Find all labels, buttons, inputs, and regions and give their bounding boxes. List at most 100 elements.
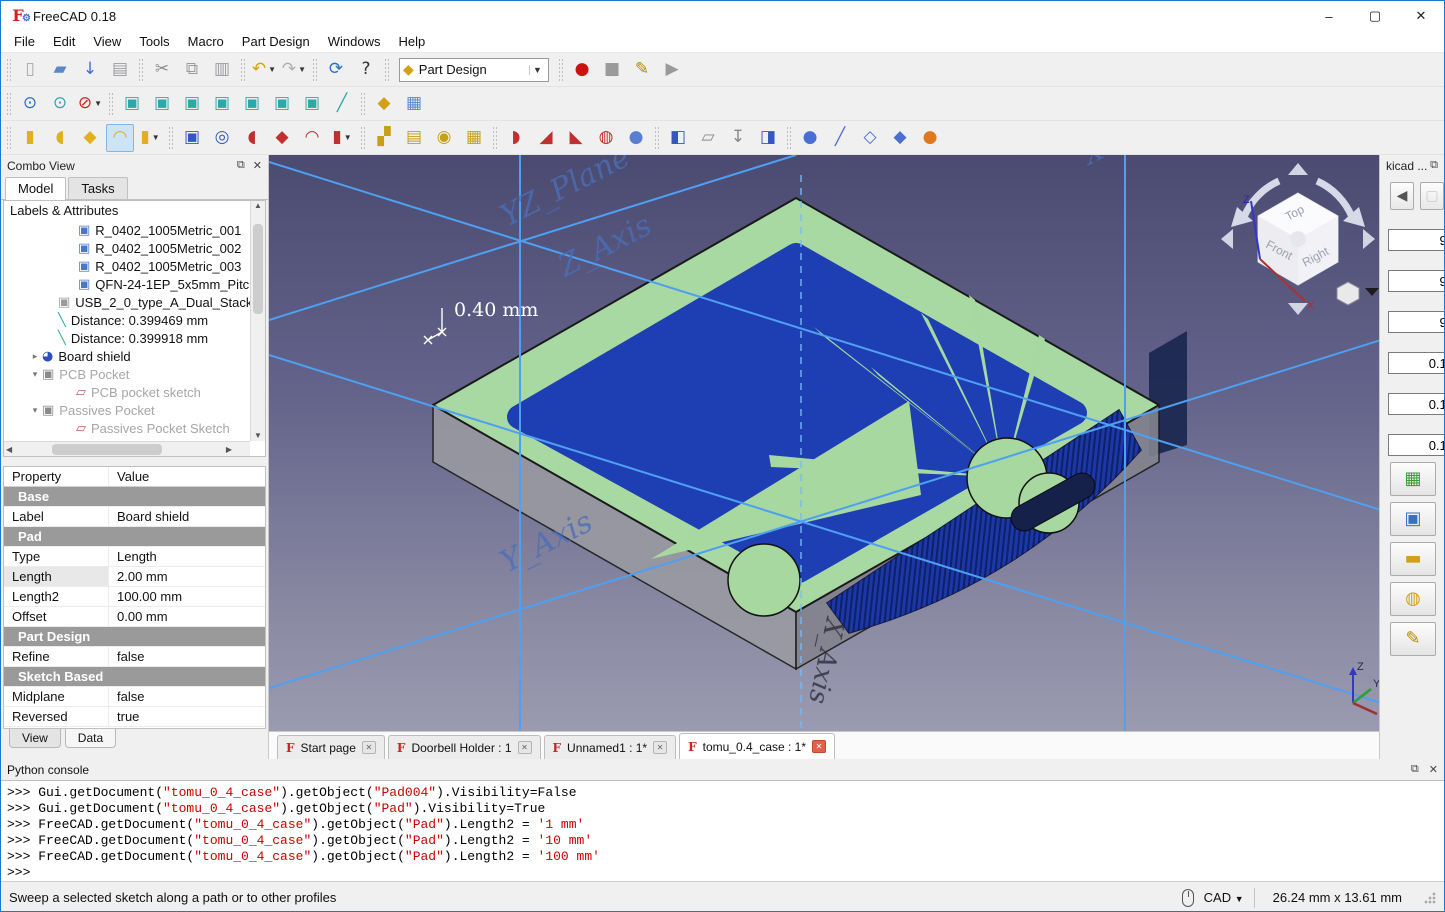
document-tab-unnamed1-1-[interactable]: FUnnamed1 : 1*✕: [544, 735, 677, 759]
toolbar-grip[interactable]: [241, 59, 245, 81]
close-button[interactable]: ✕: [1398, 1, 1444, 31]
export-db-button[interactable]: ◍: [1390, 582, 1436, 616]
view-left-button[interactable]: ▣: [298, 90, 326, 118]
menu-tools[interactable]: Tools: [130, 32, 178, 51]
document-tab-doorbell-holder-1[interactable]: FDoorbell Holder : 1✕: [388, 735, 541, 759]
close-tab-icon[interactable]: ✕: [812, 740, 826, 753]
navigation-cube[interactable]: Top Front Right Z X: [1221, 163, 1379, 315]
property-value[interactable]: 2.00 mm: [109, 567, 265, 586]
kicad-field-4[interactable]: [1388, 393, 1445, 415]
3d-viewport[interactable]: YZ_Plane Z_Axis Y_Axis X_Axis XY_Plane 0…: [269, 155, 1379, 731]
zoom-button[interactable]: ⊙: [46, 90, 74, 118]
property-value[interactable]: Length: [109, 547, 265, 566]
import-ic-button[interactable]: ▣: [1390, 502, 1436, 536]
additive-loft-button[interactable]: ◆: [76, 124, 104, 152]
nav-style-select[interactable]: CAD ▼: [1204, 890, 1244, 905]
paste-button[interactable]: ▥: [208, 56, 236, 84]
sketch-line-button[interactable]: ╱: [826, 124, 854, 152]
property-row-length2[interactable]: Length2100.00 mm: [4, 587, 265, 607]
tree-item-distance-0-399918-mm[interactable]: ╲Distance: 0.399918 mm: [4, 329, 265, 347]
macro-stop-button[interactable]: ■: [598, 56, 626, 84]
property-row-offset[interactable]: Offset0.00 mm: [4, 607, 265, 627]
print-button[interactable]: ▤: [106, 56, 134, 84]
part-workbench-button[interactable]: ◆: [370, 90, 398, 118]
new-file-button[interactable]: ▯: [16, 56, 44, 84]
resize-grip[interactable]: [1424, 892, 1436, 904]
subtractive-loft-button[interactable]: ◆: [268, 124, 296, 152]
tree-item-r-0402-1005metric-002[interactable]: ▣R_0402_1005Metric_002: [4, 239, 265, 257]
toolbar-grip[interactable]: [7, 93, 11, 115]
property-value[interactable]: true: [109, 707, 265, 726]
property-row-length[interactable]: Length2.00 mm: [4, 567, 265, 587]
toolbar-grip[interactable]: [361, 127, 365, 149]
toolbar-grip[interactable]: [109, 93, 113, 115]
pocket-button[interactable]: ▣: [178, 124, 206, 152]
fillet-button[interactable]: ◗: [502, 124, 530, 152]
chamfer-button[interactable]: ◢: [532, 124, 560, 152]
property-row-refine[interactable]: Refinefalse: [4, 647, 265, 667]
dropdown-caret-icon[interactable]: ▼: [94, 99, 102, 108]
tree-vertical-scrollbar[interactable]: ▲▼: [250, 201, 265, 441]
revolution-button[interactable]: ◖: [46, 124, 74, 152]
polar-pattern-button[interactable]: ◉: [430, 124, 458, 152]
view-rear-button[interactable]: ▣: [238, 90, 266, 118]
kicad-field-3[interactable]: [1388, 352, 1445, 374]
blank-button[interactable]: ▢: [1420, 182, 1444, 210]
navcube-right-arrow[interactable]: [1363, 229, 1375, 249]
menu-windows[interactable]: Windows: [319, 32, 390, 51]
property-value[interactable]: 100.00 mm: [109, 587, 265, 606]
property-row-midplane[interactable]: Midplanefalse: [4, 687, 265, 707]
toolbar-grip[interactable]: [139, 59, 143, 81]
additive-pipe-button[interactable]: ◠: [106, 124, 134, 152]
toolbar-grip[interactable]: [787, 127, 791, 149]
toolbar-grip[interactable]: [385, 59, 389, 81]
view-top-button[interactable]: ▣: [178, 90, 206, 118]
kicad-field-0[interactable]: [1388, 229, 1445, 251]
import-button[interactable]: ↧: [724, 124, 752, 152]
collapse-icon[interactable]: ▾: [28, 369, 42, 380]
thickness-button[interactable]: ◍: [592, 124, 620, 152]
toolbar-grip[interactable]: [313, 59, 317, 81]
close-panel-icon[interactable]: ✕: [1429, 763, 1438, 776]
draft-button[interactable]: ◣: [562, 124, 590, 152]
workbench-selector[interactable]: ◆Part Design▼: [399, 58, 549, 82]
toolbar-grip[interactable]: [361, 93, 365, 115]
hole-button[interactable]: ◎: [208, 124, 236, 152]
menu-macro[interactable]: Macro: [179, 32, 233, 51]
property-row-label[interactable]: LabelBoard shield: [4, 507, 265, 527]
mirrored-button[interactable]: ▞: [370, 124, 398, 152]
fit-all-button[interactable]: ⊙: [16, 90, 44, 118]
python-console[interactable]: >>> Gui.getDocument("tomu_0_4_case").get…: [1, 780, 1444, 881]
cut-button[interactable]: ✂: [148, 56, 176, 84]
toolbar-grip[interactable]: [169, 127, 173, 149]
boolean-button[interactable]: ◧: [664, 124, 692, 152]
tree-item-usb-2-0-type-a-dual-stacked-ja[interactable]: ▣USB_2_0_type_A_Dual_Stacked_jack: [4, 293, 265, 311]
property-row-type[interactable]: TypeLength: [4, 547, 265, 567]
dropdown-caret-icon[interactable]: ▼: [152, 133, 160, 142]
tree-item-r-0402-1005metric-003[interactable]: ▣R_0402_1005Metric_003: [4, 257, 265, 275]
groove-button[interactable]: ◖: [238, 124, 266, 152]
tab-data[interactable]: Data: [65, 729, 116, 748]
toolbar-grip[interactable]: [655, 127, 659, 149]
redo-button[interactable]: ↷▼: [280, 56, 308, 84]
sketch-quadrilateral-button[interactable]: ◇: [856, 124, 884, 152]
close-tab-icon[interactable]: ✕: [653, 741, 667, 754]
tree-horizontal-scrollbar[interactable]: ◀▶: [4, 441, 250, 456]
dropdown-caret-icon[interactable]: ▼: [298, 65, 306, 74]
tab-tasks[interactable]: Tasks: [68, 177, 127, 199]
kicad-field-1[interactable]: [1388, 270, 1445, 292]
linear-pattern-button[interactable]: ▤: [400, 124, 428, 152]
close-panel-icon[interactable]: ✕: [253, 159, 262, 172]
edit-pencil-button[interactable]: ✎: [1390, 622, 1436, 656]
menu-edit[interactable]: Edit: [44, 32, 84, 51]
expand-icon[interactable]: ▸: [28, 351, 42, 362]
refresh-button[interactable]: ⟳: [322, 56, 350, 84]
property-value[interactable]: false: [109, 687, 265, 706]
tree-item-passives-pocket-sketch[interactable]: ▱Passives Pocket Sketch: [4, 419, 265, 437]
menu-view[interactable]: View: [84, 32, 130, 51]
sketch-polygon-button[interactable]: ◆: [886, 124, 914, 152]
minimize-button[interactable]: –: [1306, 1, 1352, 31]
document-tab-tomu-0-4-case-1-[interactable]: Ftomu_0.4_case : 1*✕: [679, 733, 835, 759]
macro-edit-button[interactable]: ✎: [628, 56, 656, 84]
additive-primitive-button[interactable]: ▮▼: [136, 124, 164, 152]
